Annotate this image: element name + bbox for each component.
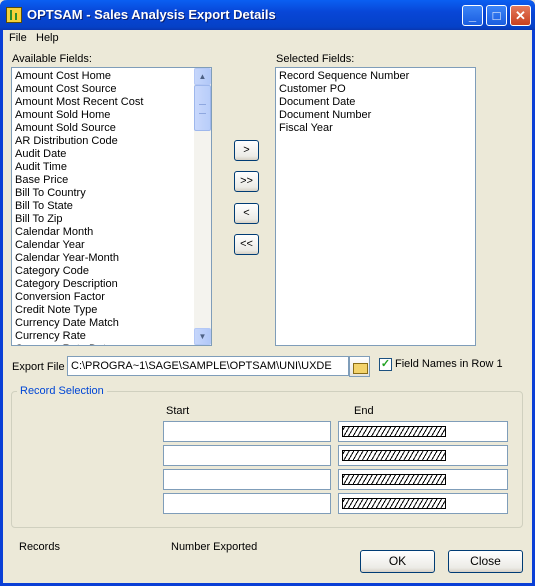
start-column-label: Start (166, 405, 190, 417)
end-input-2[interactable] (338, 445, 508, 466)
add-field-button[interactable]: > (234, 140, 259, 161)
selected-fields-list[interactable]: Record Sequence Number Customer PO Documen… (275, 67, 476, 346)
available-fields-list[interactable]: Amount Cost Home Amount Cost Source Amount… (11, 67, 212, 346)
available-field-item[interactable]: Amount Most Recent Cost (12, 96, 211, 109)
available-field-item[interactable]: Category Code (12, 265, 211, 278)
end-column-label: End (354, 405, 374, 417)
export-file-label: Export File (12, 361, 65, 373)
add-all-fields-button[interactable]: >> (234, 171, 259, 192)
window-title: OPTSAM - Sales Analysis Export Details (27, 7, 276, 22)
record-selection-title: Record Selection (17, 385, 107, 397)
available-field-item[interactable]: Credit Note Type (12, 304, 211, 317)
menu-help[interactable]: Help (36, 32, 59, 44)
available-field-item[interactable]: Audit Date (12, 148, 211, 161)
available-field-item[interactable]: Bill To Country (12, 187, 211, 200)
browse-folder-icon[interactable] (349, 356, 370, 377)
remove-all-fields-button[interactable]: << (234, 234, 259, 255)
selected-field-item[interactable]: Document Number (276, 109, 475, 122)
field-names-label: Field Names in Row 1 (395, 358, 503, 370)
menu-bar: File Help (3, 30, 532, 48)
close-button[interactable]: Close (448, 550, 523, 573)
available-field-item[interactable]: Calendar Year (12, 239, 211, 252)
available-field-item[interactable]: Audit Time (12, 161, 211, 174)
checkmark-icon: ✓ (380, 358, 391, 370)
available-fields-label: Available Fields: (12, 53, 92, 65)
scroll-down-icon[interactable]: ▼ (194, 328, 211, 345)
available-field-item[interactable]: Bill To Zip (12, 213, 211, 226)
available-field-item[interactable]: Category Description (12, 278, 211, 291)
remove-field-button[interactable]: < (234, 203, 259, 224)
field-names-checkbox[interactable]: ✓ (379, 358, 392, 371)
title-bar[interactable]: OPTSAM - Sales Analysis Export Details _… (0, 0, 535, 30)
end-input-1[interactable] (338, 421, 508, 442)
selected-field-item[interactable]: Record Sequence Number (276, 70, 475, 83)
app-icon (6, 7, 22, 23)
available-field-item[interactable]: Amount Sold Source (12, 122, 211, 135)
scroll-thumb[interactable] (194, 85, 211, 131)
end-input-3[interactable] (338, 469, 508, 490)
start-input-3[interactable] (163, 469, 331, 490)
available-field-item[interactable]: Amount Cost Home (12, 70, 211, 83)
available-field-item[interactable]: Bill To State (12, 200, 211, 213)
available-field-item[interactable]: Currency Rate Date (12, 343, 211, 345)
selected-field-item[interactable]: Fiscal Year (276, 122, 475, 135)
available-field-item[interactable]: Currency Date Match (12, 317, 211, 330)
scroll-up-icon[interactable]: ▲ (194, 68, 211, 85)
available-field-item[interactable]: Base Price (12, 174, 211, 187)
available-fields-scrollbar[interactable]: ▲ ▼ (194, 68, 211, 345)
selected-field-item[interactable]: Customer PO (276, 83, 475, 96)
ok-button[interactable]: OK (360, 550, 435, 573)
available-field-item[interactable]: AR Distribution Code (12, 135, 211, 148)
selected-field-item[interactable]: Document Date (276, 96, 475, 109)
available-field-item[interactable]: Calendar Month (12, 226, 211, 239)
selected-fields-label: Selected Fields: (276, 53, 355, 65)
export-file-input[interactable]: C:\PROGRA~1\SAGE\SAMPLE\OPTSAM\UNI\UXDE (67, 356, 349, 376)
records-label: Records (19, 541, 60, 553)
available-field-item[interactable]: Amount Sold Home (12, 109, 211, 122)
end-input-4[interactable] (338, 493, 508, 514)
maximize-button[interactable]: □ (486, 5, 507, 26)
minimize-button[interactable]: _ (462, 5, 483, 26)
number-exported-label: Number Exported (171, 541, 258, 553)
available-field-item[interactable]: Conversion Factor (12, 291, 211, 304)
menu-file[interactable]: File (9, 32, 27, 44)
start-input-1[interactable] (163, 421, 331, 442)
close-window-button[interactable]: ✕ (510, 5, 531, 26)
available-field-item[interactable]: Amount Cost Source (12, 83, 211, 96)
start-input-2[interactable] (163, 445, 331, 466)
start-input-4[interactable] (163, 493, 331, 514)
available-field-item[interactable]: Currency Rate (12, 330, 211, 343)
available-field-item[interactable]: Calendar Year-Month (12, 252, 211, 265)
